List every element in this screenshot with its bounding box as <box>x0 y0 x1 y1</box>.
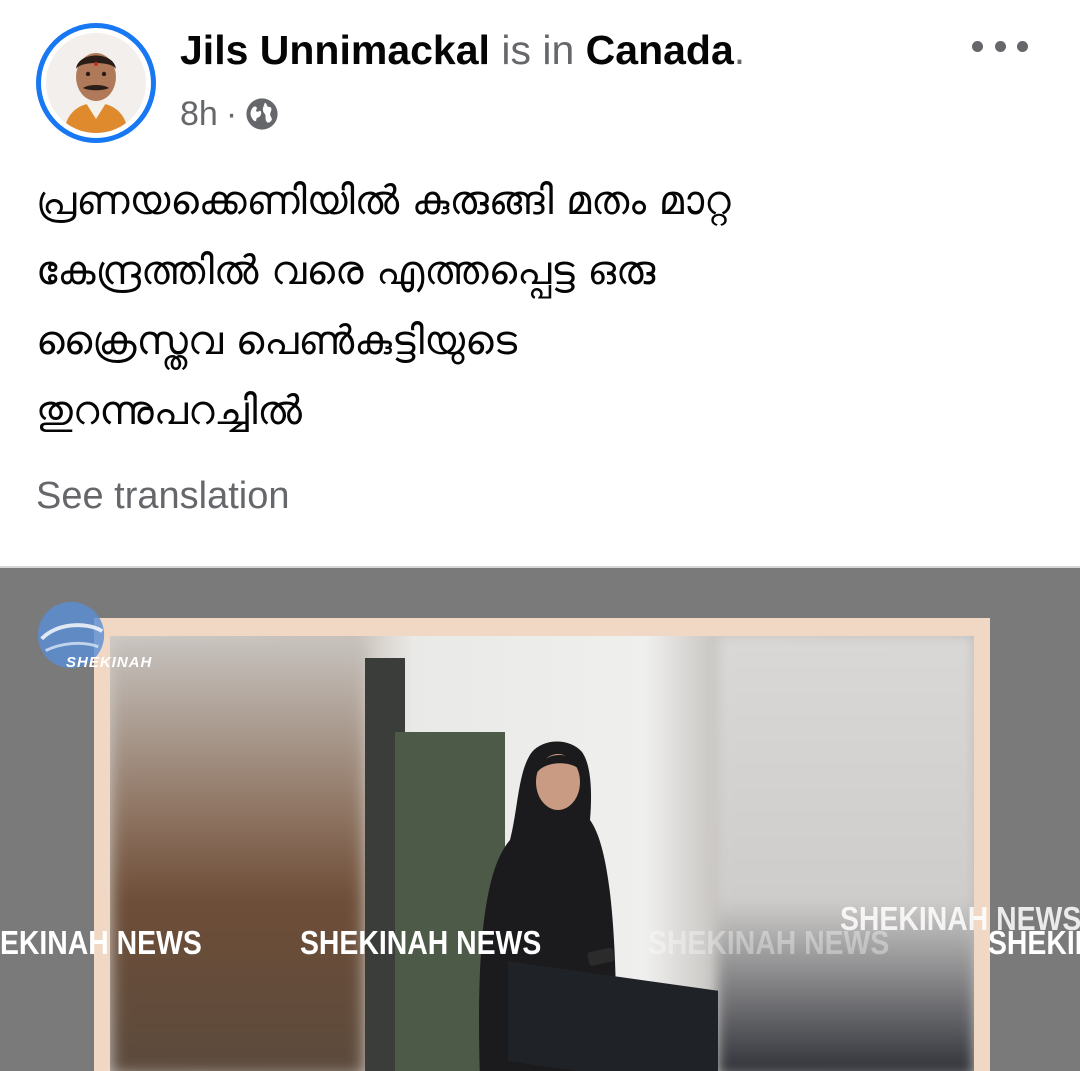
more-options-icon[interactable] <box>968 24 1032 68</box>
watermark-text: SHEKINAH NEWS <box>648 924 890 961</box>
avatar-photo <box>46 33 146 133</box>
location-suffix: . <box>733 27 746 73</box>
sound-icon[interactable] <box>978 1048 1018 1071</box>
post-text-line: പ്രണയക്കെണിയിൽ കുരുങ്ങി മതം മാറ്റ <box>36 178 731 224</box>
author-line: Jils Unnimackal is in Canada. <box>180 24 745 76</box>
author-name[interactable]: Jils Unnimackal <box>180 27 490 73</box>
watermark-text: SHEKIN <box>988 924 1080 961</box>
post-text: പ്രണയക്കെണിയിൽ കുരുങ്ങി മതം മാറ്റ കേന്ദ്… <box>36 166 1036 446</box>
post-text-line: തുറന്നുപറച്ചിൽ <box>36 388 302 434</box>
post-meta: 8h · <box>180 92 279 136</box>
watermark-text: EKINAH NEWS <box>0 924 202 961</box>
logo-text: SHEKINAH <box>66 654 153 671</box>
meta-separator: · <box>225 95 238 133</box>
globe-icon[interactable] <box>245 97 279 131</box>
post-header: Jils Unnimackal is in Canada. 8h · <box>0 0 1080 160</box>
post-video[interactable]: SHEKINAH EKINAH NEWS SHEKINAH NEWS SHEKI… <box>0 566 1080 1071</box>
location-link[interactable]: Canada <box>586 27 734 73</box>
video-scene <box>110 636 974 1071</box>
watermark-text: SHEKINAH NEWS <box>300 924 542 961</box>
post-timestamp[interactable]: 8h <box>180 92 218 136</box>
post-text-line: കേന്ദ്രത്തിൽ വരെ എത്തപ്പെട്ട ഒരു <box>36 248 656 294</box>
post-text-line: ക്രൈസ്തവ പെൺകുട്ടിയുടെ <box>36 318 518 364</box>
author-avatar[interactable] <box>36 23 156 143</box>
see-translation-link[interactable]: See translation <box>36 472 290 520</box>
location-prefix: is in <box>501 27 575 73</box>
